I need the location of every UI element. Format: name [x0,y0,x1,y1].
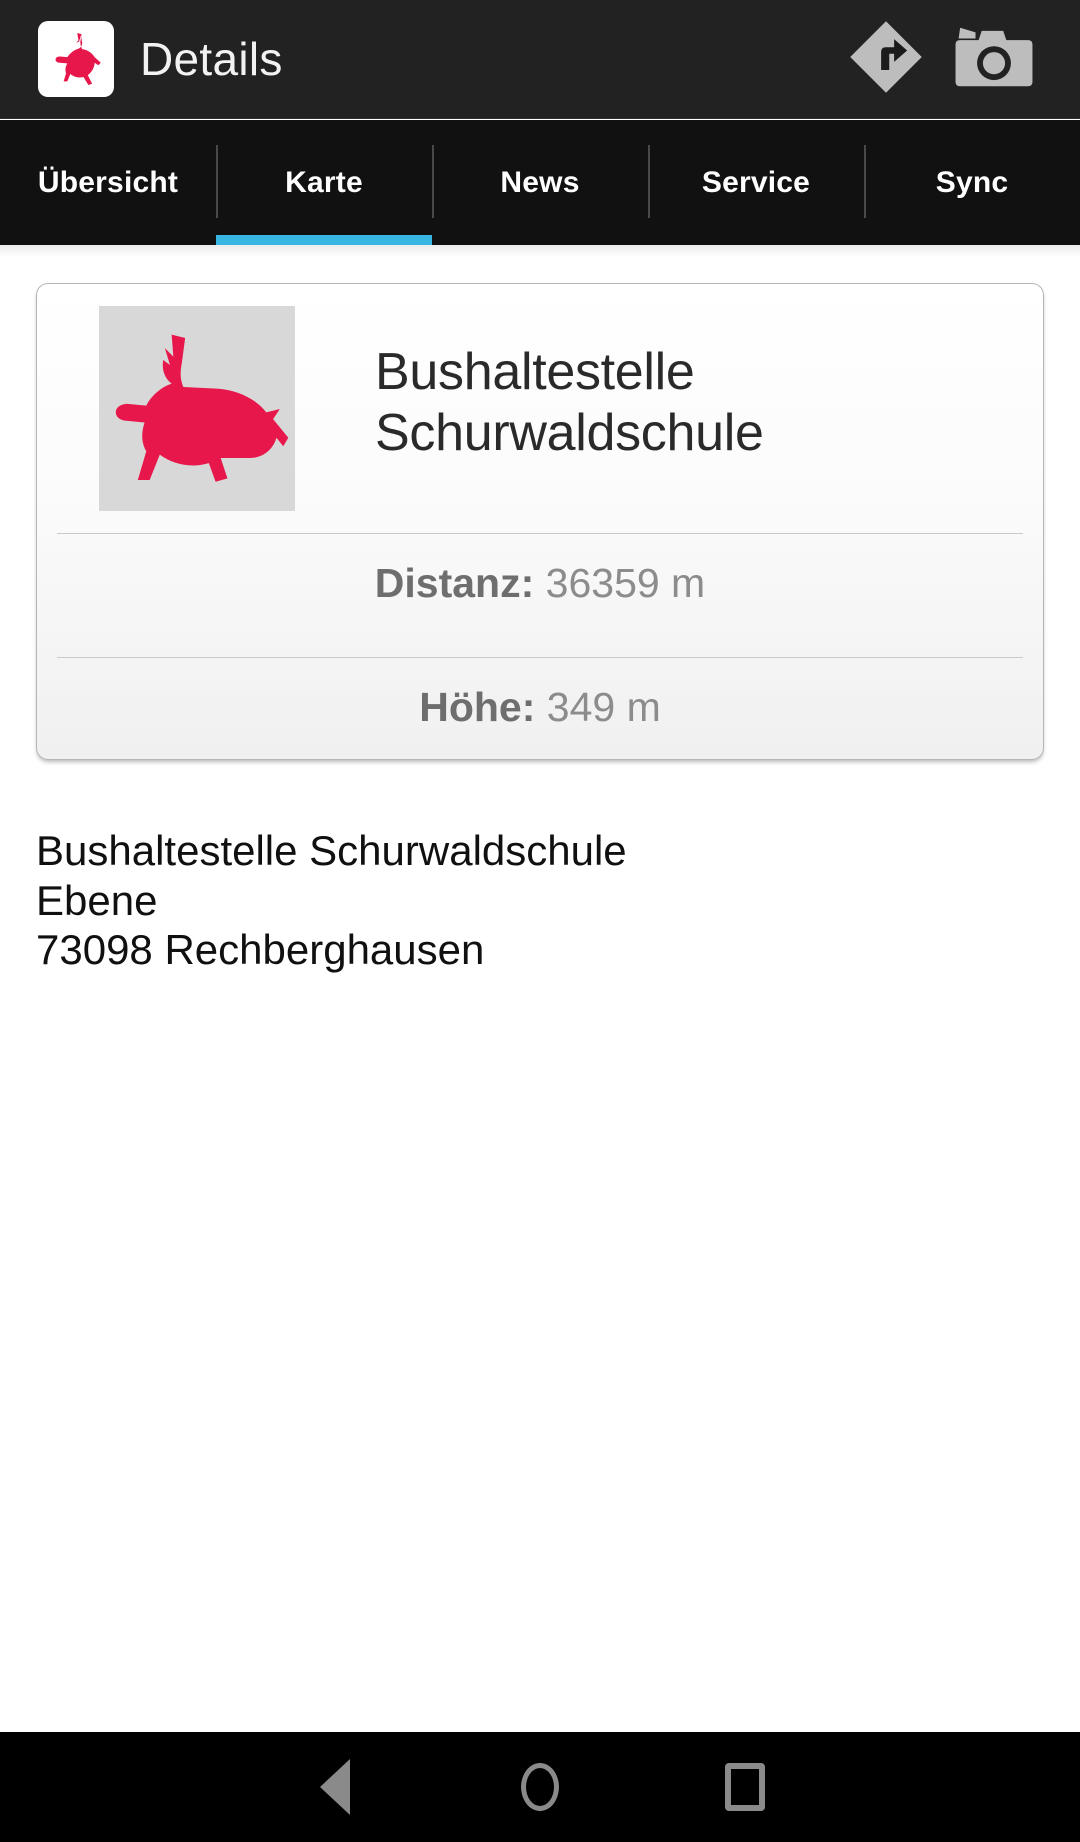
nav-recents-button[interactable] [643,1732,848,1842]
address-line: 73098 Rechberghausen [36,926,485,974]
nav-home-button[interactable] [438,1732,643,1842]
navigation-turn-right-icon [847,18,925,101]
deer-logo-icon [104,324,290,494]
nav-back-button[interactable] [233,1732,438,1842]
app-logo[interactable] [38,21,114,97]
tab-label: Sync [935,165,1009,199]
tab-label: Übersicht [37,165,179,199]
tab-uebersicht[interactable]: Übersicht [0,120,216,245]
tab-indicator [864,235,1080,245]
tab-sync[interactable]: Sync [864,120,1080,245]
tab-indicator [432,235,648,245]
camera-icon [954,23,1034,96]
system-navigation-bar [0,1732,1080,1842]
tab-indicator [648,235,864,245]
elevation-value: 349 m [546,684,661,730]
address-line: Ebene [36,876,158,924]
content-area: Bushaltestelle Schurwaldschule Distanz: … [0,245,1080,1732]
action-bar: Details [0,0,1080,119]
page-title: Details [140,33,283,85]
poi-card[interactable]: Bushaltestelle Schurwaldschule Distanz: … [36,283,1044,760]
address-block: Bushaltestelle Schurwaldschule Ebene 730… [36,826,1080,975]
tab-bar: Übersicht Karte News Service Sync [0,120,1080,245]
poi-distance-row: Distanz: 36359 m [37,534,1043,635]
elevation-label: Höhe: [419,684,536,730]
navigate-button[interactable] [832,0,940,119]
tab-news[interactable]: News [432,120,648,245]
app-screen: Details Übersicht Karte News Service Syn… [0,0,1080,1842]
camera-button[interactable] [940,0,1048,119]
tab-service[interactable]: Service [648,120,864,245]
tab-indicator-active [216,235,432,245]
triangle-back-icon [320,1759,350,1815]
tab-label: Service [701,165,811,199]
poi-elevation-row: Höhe: 349 m [37,658,1043,759]
tab-label: News [500,165,580,199]
circle-home-icon [521,1763,559,1811]
distance-label: Distanz: [374,560,535,606]
tab-indicator [0,235,216,245]
content-top-shadow [0,245,1080,257]
tab-label: Karte [285,165,363,199]
poi-title: Bushaltestelle Schurwaldschule [375,343,764,463]
deer-logo-icon [45,28,107,90]
tab-karte[interactable]: Karte [216,120,432,245]
address-line: Bushaltestelle Schurwaldschule [36,827,627,874]
poi-card-header: Bushaltestelle Schurwaldschule [37,284,1043,511]
distance-value: 36359 m [545,560,706,606]
square-recents-icon [725,1763,765,1811]
poi-thumbnail [99,306,295,511]
